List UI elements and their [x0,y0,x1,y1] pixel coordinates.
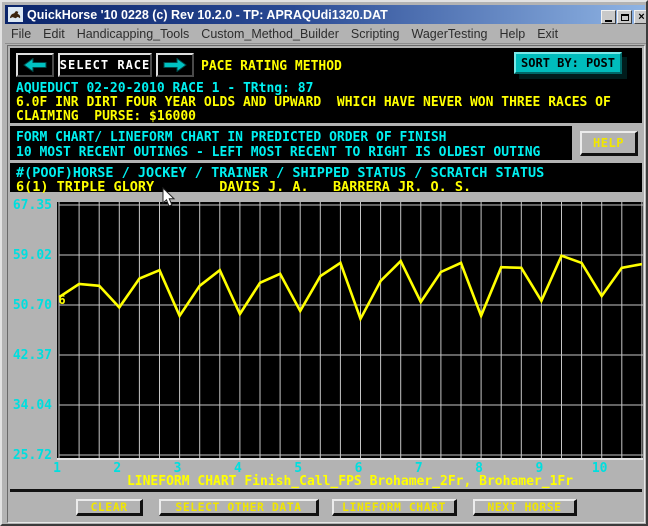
clear-button[interactable]: CLEAR [76,499,143,516]
minimize-icon [605,19,612,22]
close-button[interactable]: × [634,10,646,24]
maximize-button[interactable] [617,10,632,24]
post-number-marker: 6 [58,293,65,307]
horse-row[interactable]: 6(1) TRIPLE GLORY DAVIS J. A. BARRERA JR… [16,179,471,195]
lineform-chart-svg: 6 [57,202,643,460]
help-button[interactable]: HELP [580,131,638,156]
minimize-button[interactable] [601,10,616,24]
y-tick-label: 50.70 [12,297,52,313]
race-track-line: AQUEDUCT 02-20-2010 RACE 1 - TRtng: 87 [16,81,314,96]
lineform-chart-plot: 6 [57,202,643,460]
previous-race-button[interactable] [16,53,54,77]
race-conditions-line: 6.0F INR DIRT FOUR YEAR OLDS AND UPWARD … [16,95,611,110]
menu-item-scripting[interactable]: Scripting [345,27,406,41]
right-arrow-icon [163,58,187,72]
menu-item-edit[interactable]: Edit [37,27,71,41]
y-tick-label: 59.02 [12,248,52,264]
race-purse-line: CLAIMING PURSE: $16000 [16,109,197,124]
horse-app-icon [8,7,23,22]
menu-item-exit[interactable]: Exit [531,27,564,41]
next-horse-button[interactable]: NEXT HORSE [473,499,577,516]
menu-item-handicapping_tools[interactable]: Handicapping_Tools [71,27,196,41]
lineform-chart-button[interactable]: LINEFORM CHART [332,499,457,516]
select-race-label: SELECT RACE [59,58,151,72]
chart-header-line2: 10 MOST RECENT OUTINGS - LEFT MOST RECEN… [16,145,541,160]
menu-item-help[interactable]: Help [493,27,531,41]
y-tick-label: 42.37 [12,348,52,363]
chart-caption: LINEFORM CHART Finish_Call_FPS Brohamer_… [126,474,574,489]
y-tick-label: 34.04 [12,398,52,414]
close-icon: × [638,10,645,23]
menu-bar: File Edit Handicapping_Tools Custom_Method_… [5,24,646,44]
chart-header-line1: FORM CHART/ LINEFORM CHART IN PREDICTED … [16,130,447,145]
left-arrow-icon [23,58,47,72]
y-tick-label: 67.35 [12,198,52,213]
mouse-cursor-icon [162,187,176,207]
sort-by-post-button[interactable]: SORT BY: POST [514,52,622,74]
footer-separator [10,489,642,492]
menu-item-wagertesting[interactable]: WagerTesting [406,27,494,41]
title-bar[interactable]: QuickHorse '10 0228 (c) Rev 10.2.0 - TP:… [5,5,646,24]
select-race-button[interactable]: SELECT RACE [58,53,152,77]
menu-item-file[interactable]: File [5,27,37,41]
window-title: QuickHorse '10 0228 (c) Rev 10.2.0 - TP:… [27,7,388,22]
maximize-icon [620,13,629,21]
select-other-data-button[interactable]: SELECT OTHER DATA [159,499,319,516]
next-race-button[interactable] [156,53,194,77]
pace-method-label: PACE RATING METHOD [201,59,342,74]
menu-item-custom_method_builder[interactable]: Custom_Method_Builder [195,27,345,41]
lineform-data-line [58,254,643,323]
app-window: QuickHorse '10 0228 (c) Rev 10.2.0 - TP:… [0,0,648,526]
